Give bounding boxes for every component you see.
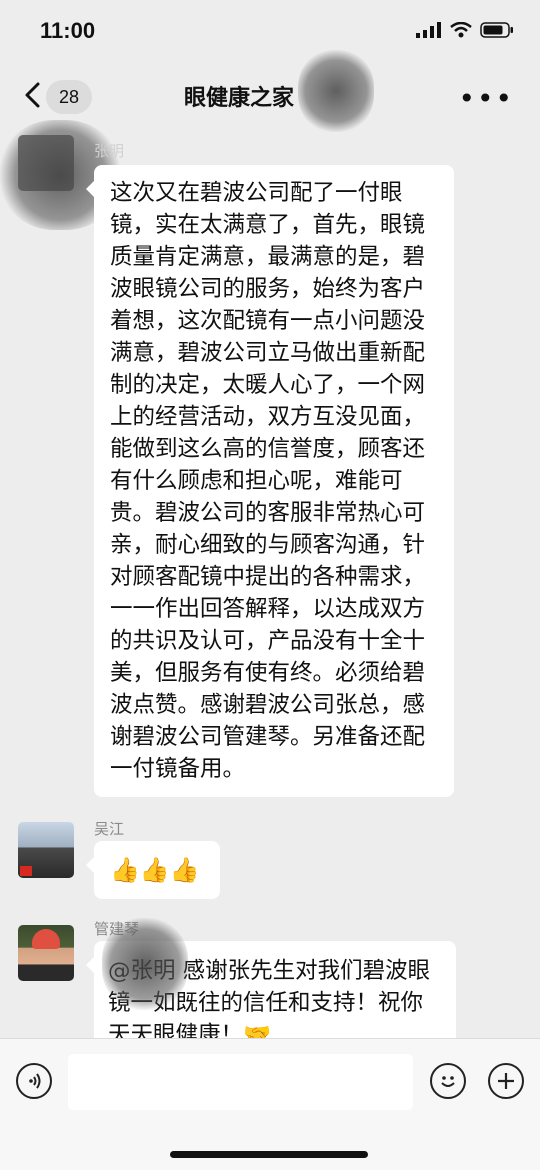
- message-text: 👍👍👍: [110, 856, 200, 884]
- sender-name: 张明: [94, 142, 125, 160]
- status-time: 11:00: [40, 18, 96, 43]
- more-functions-button[interactable]: [488, 1063, 524, 1099]
- emoji-button[interactable]: [430, 1063, 466, 1099]
- status-bar: 11:00: [0, 0, 540, 66]
- voice-icon: [29, 1073, 41, 1089]
- avatar-wujiang[interactable]: [18, 822, 74, 878]
- avatar-flag-icon: [20, 866, 32, 876]
- message-input[interactable]: [68, 1054, 413, 1110]
- sender-name: 吴江: [94, 820, 125, 838]
- avatar-hat-icon: [32, 929, 60, 949]
- message-bubble[interactable]: 这次又在碧波公司配了一付眼镜，实在太满意了，首先，眼镜质量肯定满意，最满意的是，…: [86, 165, 454, 797]
- message-text: 这次又在碧波公司配了一付眼镜，实在太满意了，首先，眼镜质量肯定满意，最满意的是，…: [110, 180, 426, 782]
- avatar-guanjianqin[interactable]: [18, 925, 74, 981]
- message-bubble[interactable]: 👍👍👍: [86, 841, 220, 899]
- more-options-button[interactable]: •••: [458, 82, 514, 115]
- wifi-icon: [450, 22, 472, 38]
- unread-count-badge[interactable]: 28: [46, 80, 92, 114]
- home-indicator[interactable]: [170, 1151, 368, 1158]
- plus-icon: [498, 1073, 514, 1089]
- redaction-mark: [102, 918, 188, 1010]
- chat-header: 28 眼健康之家 •••: [0, 66, 540, 126]
- input-bar: [0, 1038, 540, 1170]
- redaction-mark: [298, 50, 374, 132]
- chat-title[interactable]: 眼健康之家: [184, 80, 294, 112]
- battery-icon: [480, 22, 513, 38]
- voice-input-button[interactable]: [16, 1063, 52, 1099]
- signal-icon: [416, 22, 441, 38]
- status-icons: [416, 22, 514, 38]
- smiley-icon: [441, 1076, 455, 1087]
